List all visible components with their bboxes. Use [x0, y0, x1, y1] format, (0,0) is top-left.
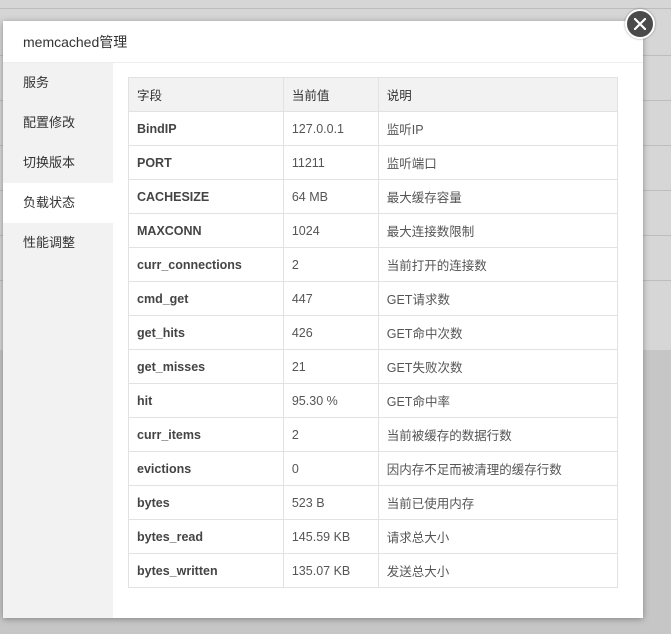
cell-field: evictions	[128, 451, 284, 486]
status-table: 字段 当前值 说明 BindIP 127.0.0.1 监听IP PORT 11211 监听…	[128, 77, 619, 588]
cell-description: GET命中次数	[377, 315, 619, 350]
column-header-description: 说明	[377, 77, 619, 112]
cell-value: 2	[282, 247, 379, 282]
sidebar-item-config[interactable]: 配置修改	[3, 103, 113, 143]
table-row: BindIP 127.0.0.1 监听IP	[128, 111, 619, 146]
dialog-title: memcached管理	[3, 21, 643, 63]
table-row: bytes_written 135.07 KB 发送总大小	[128, 553, 619, 588]
cell-description: 最大连接数限制	[377, 213, 619, 248]
memcached-dialog: memcached管理 服务 配置修改 切换版本 负载状态 性能调整 字段 当前…	[3, 21, 643, 618]
load-status-panel: 字段 当前值 说明 BindIP 127.0.0.1 监听IP PORT 11211 监听…	[113, 63, 643, 618]
cell-description: 请求总大小	[377, 519, 619, 554]
cell-description: 当前已使用内存	[377, 485, 619, 520]
background-divider	[0, 8, 671, 9]
cell-description: GET失败次数	[377, 349, 619, 384]
cell-description: 当前被缓存的数据行数	[377, 417, 619, 452]
cell-field: PORT	[128, 145, 284, 180]
table-row: cmd_get 447 GET请求数	[128, 281, 619, 316]
sidebar-item-performance[interactable]: 性能调整	[3, 223, 113, 263]
table-row: bytes_read 145.59 KB 请求总大小	[128, 519, 619, 554]
cell-value: 11211	[282, 145, 379, 180]
table-row: get_misses 21 GET失败次数	[128, 349, 619, 384]
table-row: hit 95.30 % GET命中率	[128, 383, 619, 418]
cell-description: 因内存不足而被清理的缓存行数	[377, 451, 619, 486]
dialog-sidebar: 服务 配置修改 切换版本 负载状态 性能调整	[3, 63, 113, 618]
cell-description: 当前打开的连接数	[377, 247, 619, 282]
table-row: get_hits 426 GET命中次数	[128, 315, 619, 350]
cell-field: bytes_written	[128, 553, 284, 588]
sidebar-item-switch-version[interactable]: 切换版本	[3, 143, 113, 183]
table-row: CACHESIZE 64 MB 最大缓存容量	[128, 179, 619, 214]
cell-field: bytes_read	[128, 519, 284, 554]
table-row: PORT 11211 监听端口	[128, 145, 619, 180]
column-header-field: 字段	[128, 77, 284, 112]
table-row: curr_items 2 当前被缓存的数据行数	[128, 417, 619, 452]
cell-value: 64 MB	[282, 179, 379, 214]
cell-description: 最大缓存容量	[377, 179, 619, 214]
cell-field: cmd_get	[128, 281, 284, 316]
table-row: bytes 523 B 当前已使用内存	[128, 485, 619, 520]
sidebar-item-service[interactable]: 服务	[3, 63, 113, 103]
cell-field: bytes	[128, 485, 284, 520]
sidebar-item-load-status[interactable]: 负载状态	[3, 183, 113, 223]
cell-description: 监听端口	[377, 145, 619, 180]
cell-field: hit	[128, 383, 284, 418]
cell-field: curr_connections	[128, 247, 284, 282]
cell-field: MAXCONN	[128, 213, 284, 248]
cell-field: curr_items	[128, 417, 284, 452]
cell-field: BindIP	[128, 111, 284, 146]
cell-value: 1024	[282, 213, 379, 248]
cell-description: GET命中率	[377, 383, 619, 418]
cell-description: GET请求数	[377, 281, 619, 316]
cell-description: 监听IP	[377, 111, 619, 146]
cell-value: 447	[282, 281, 379, 316]
close-button[interactable]	[625, 9, 655, 39]
close-icon	[633, 17, 647, 31]
cell-value: 0	[282, 451, 379, 486]
cell-field: get_misses	[128, 349, 284, 384]
column-header-value: 当前值	[282, 77, 379, 112]
cell-value: 95.30 %	[282, 383, 379, 418]
cell-description: 发送总大小	[377, 553, 619, 588]
table-header-row: 字段 当前值 说明	[128, 77, 619, 112]
cell-value: 523 B	[282, 485, 379, 520]
cell-value: 145.59 KB	[282, 519, 379, 554]
cell-value: 135.07 KB	[282, 553, 379, 588]
cell-value: 426	[282, 315, 379, 350]
cell-value: 21	[282, 349, 379, 384]
cell-value: 127.0.0.1	[282, 111, 379, 146]
cell-field: get_hits	[128, 315, 284, 350]
cell-field: CACHESIZE	[128, 179, 284, 214]
cell-value: 2	[282, 417, 379, 452]
table-row: MAXCONN 1024 最大连接数限制	[128, 213, 619, 248]
table-row: evictions 0 因内存不足而被清理的缓存行数	[128, 451, 619, 486]
table-row: curr_connections 2 当前打开的连接数	[128, 247, 619, 282]
